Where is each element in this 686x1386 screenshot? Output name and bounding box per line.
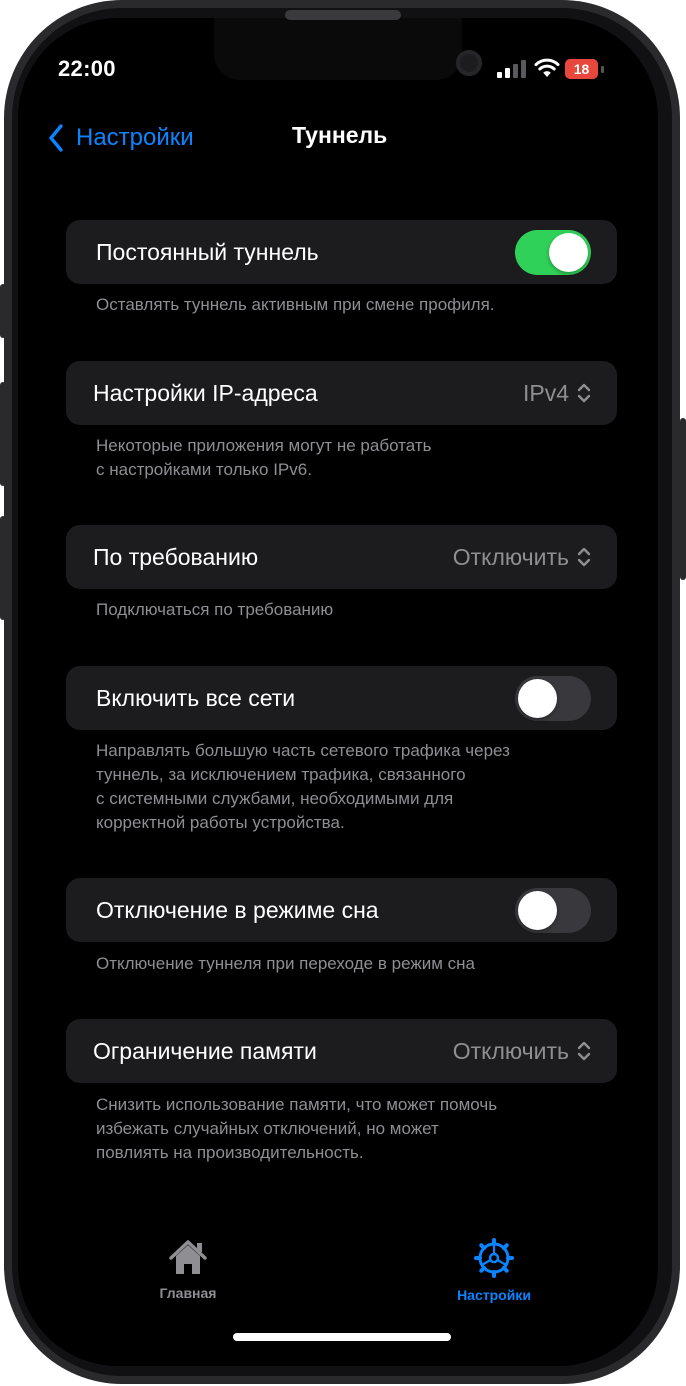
include-all-networks-row: Включить все сети (66, 666, 617, 730)
chevron-left-icon (49, 124, 63, 152)
notch (214, 18, 482, 80)
ip-version-picker[interactable]: IPv4 (523, 361, 591, 425)
include-all-networks-toggle[interactable] (515, 676, 591, 721)
chevron-up-down-icon (577, 383, 591, 403)
tab-label: Настройки (457, 1287, 531, 1303)
tab-home[interactable]: Главная (128, 1238, 248, 1301)
picker-value: IPv4 (522, 379, 569, 406)
chevron-up-down-icon (577, 1041, 591, 1061)
section-footer: Снизить использование памяти, что может … (96, 1093, 497, 1165)
toggle-knob (518, 891, 557, 930)
back-button-label: Настройки (76, 124, 194, 151)
ip-settings-row[interactable]: Настройки IP-адреса IPv4 (66, 361, 617, 425)
footer-line: Оставлять туннель активным при смене про… (96, 295, 495, 314)
picker-value: Отключить (452, 543, 569, 570)
always-on-tunnel-toggle[interactable] (515, 230, 591, 275)
row-label: Настройки IP-адреса (93, 380, 318, 406)
memory-limit-row[interactable]: Ограничение памяти Отключить (66, 1019, 617, 1083)
row-label: Постоянный туннель (96, 239, 319, 265)
power-button (680, 418, 686, 580)
battery-icon: 18 (565, 59, 619, 79)
footer-line: туннель, за исключением трафика, связанн… (96, 765, 466, 784)
footer-line: корректной работы устройства. (96, 813, 345, 832)
on-demand-row[interactable]: По требованию Отключить (66, 525, 617, 589)
back-button[interactable]: Настройки (48, 118, 194, 158)
row-label: Отключение в режиме сна (96, 897, 379, 923)
footer-line: Отключение туннеля при переходе в режим … (96, 954, 475, 973)
earpiece-speaker (285, 10, 401, 20)
tab-label: Главная (159, 1285, 217, 1301)
footer-line: Направлять большую часть сетевого трафик… (96, 741, 510, 760)
on-demand-picker[interactable]: Отключить (453, 525, 591, 589)
cellular-signal-icon (497, 60, 527, 78)
row-label: Ограничение памяти (93, 1038, 317, 1064)
front-camera (456, 50, 482, 76)
volume-up-button (0, 382, 6, 486)
action-button (0, 284, 6, 338)
section-footer: Подключаться по требованию (96, 598, 333, 622)
footer-line: избежать случайных отключений, но может (96, 1119, 439, 1138)
picker-value: Отключить (452, 1037, 569, 1064)
disconnect-on-sleep-toggle[interactable] (515, 888, 591, 933)
chevron-up-down-icon (577, 547, 591, 567)
row-label: По требованию (93, 544, 259, 570)
battery-level: 18 (565, 59, 598, 79)
tab-settings[interactable]: Настройки (434, 1238, 554, 1303)
section-footer: Отключение туннеля при переходе в режим … (96, 952, 475, 976)
toggle-knob (518, 679, 557, 718)
footer-line: с системными службами, необходимыми для (96, 789, 454, 808)
footer-line: Подключаться по требованию (96, 600, 334, 619)
footer-line: Некоторые приложения могут не работать (96, 436, 432, 455)
tab-bar: Главная Настройки (0, 1232, 686, 1312)
row-label: Включить все сети (96, 685, 296, 711)
wifi-icon (534, 58, 560, 77)
page-title: Туннель (292, 122, 388, 148)
section-footer: Некоторые приложения могут не работать с… (96, 434, 431, 482)
section-footer: Направлять большую часть сетевого трафик… (96, 739, 510, 835)
section-footer: Оставлять туннель активным при смене про… (96, 293, 495, 317)
home-indicator[interactable] (233, 1333, 451, 1341)
status-time: 22:00 (58, 56, 116, 81)
footer-line: повлиять на производительность. (96, 1143, 364, 1162)
footer-line: с настройками только IPv6. (96, 460, 312, 479)
volume-down-button (0, 516, 6, 620)
battery-nub (601, 66, 604, 73)
gear-icon (474, 1238, 514, 1278)
memory-limit-picker[interactable]: Отключить (453, 1019, 591, 1083)
disconnect-on-sleep-row: Отключение в режиме сна (66, 878, 617, 942)
toggle-knob (549, 233, 588, 272)
house-icon (169, 1240, 207, 1274)
footer-line: Снизить использование памяти, что может … (96, 1095, 498, 1114)
always-on-tunnel-row: Постоянный туннель (66, 220, 617, 284)
